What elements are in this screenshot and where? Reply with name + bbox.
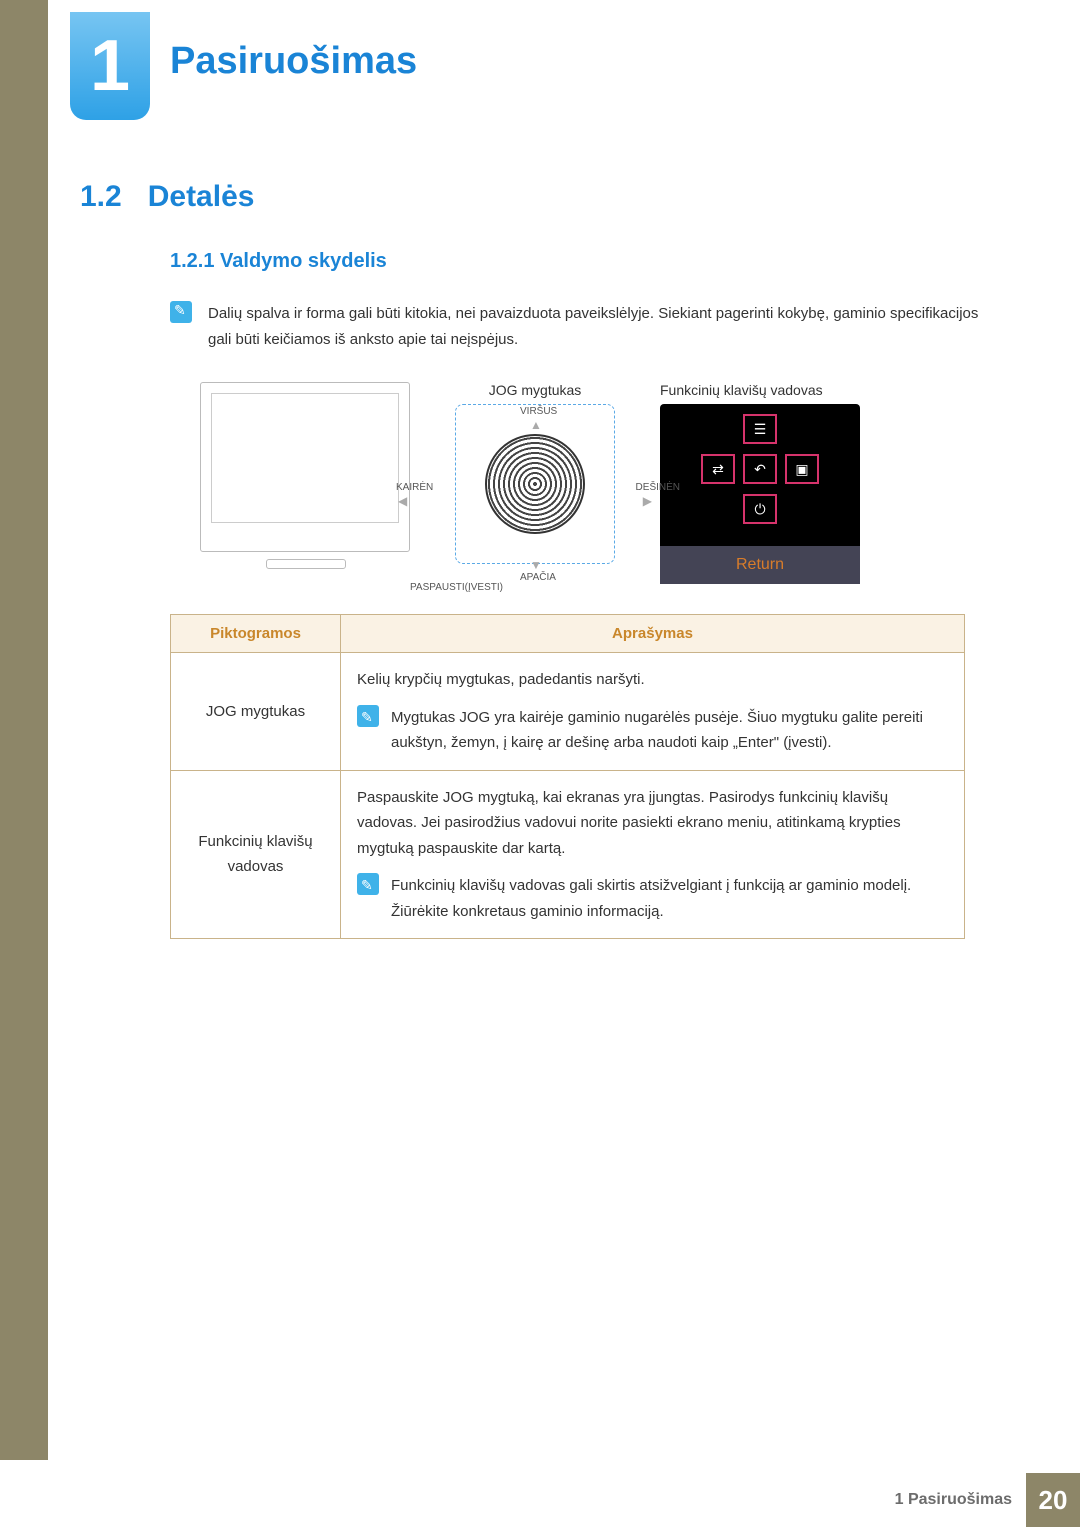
diagram-area: JOG mygtukas VIRŠUS ▲ KAIRĖN ◀ DEŠINĖN ▶… [200,382,980,584]
jog-button-label: JOG mygtukas [430,382,640,398]
table-row: JOG mygtukas Kelių krypčių mygtukas, pad… [171,653,965,771]
pip-icon: ▣ [785,454,819,484]
section-number: 1.2 [80,180,122,214]
row2-desc-text: Paspauskite JOG mygtuką, kai ekranas yra… [357,785,948,862]
row2-desc-cell: Paspauskite JOG mygtuką, kai ekranas yra… [341,770,965,939]
subsection-title: Valdymo skydelis [220,250,387,272]
top-note: Dalių spalva ir forma gali būti kitokia,… [170,301,980,352]
power-icon: ⏻ [743,494,777,524]
subsection-heading: 1.2.1 Valdymo skydelis [170,250,980,273]
page-footer: 1 Pasiruošimas 20 [0,1473,1080,1527]
section-title: Detalės [148,180,255,214]
arrow-left-icon: ◀ [398,494,407,508]
jog-button-illustration: JOG mygtukas VIRŠUS ▲ KAIRĖN ◀ DEŠINĖN ▶… [430,382,640,564]
jog-dial-icon [485,434,585,534]
sidebar-strip [0,0,48,1460]
function-key-return-label: Return [660,546,860,584]
arrow-down-icon: ▼ [530,558,542,572]
arrow-right-icon: ▶ [643,494,652,508]
jog-right-label: DEŠINĖN [636,482,680,493]
back-icon: ↶ [743,454,777,484]
description-table: Piktogramos Aprašymas JOG mygtukas Kelių… [170,614,965,939]
pencil-note-icon [357,873,379,895]
jog-press-enter-label: PASPAUSTI(ĮVESTI) [410,582,503,593]
function-key-guide-title: Funkcinių klavišų vadovas [660,382,890,398]
function-key-guide-panel: ☰ ⇄ ↶ ▣ ⏻ Return [660,404,860,584]
menu-icon: ☰ [743,414,777,444]
row1-icon-label: JOG mygtukas [171,653,341,771]
jog-down-label: APAČIA [520,572,556,583]
loop-icon: ⇄ [701,454,735,484]
section-heading: 1.2 Detalės [80,180,980,214]
row2-icon-label: Funkcinių klavišų vadovas [171,770,341,939]
pencil-note-icon [357,705,379,727]
row1-note-text: Mygtukas JOG yra kairėje gaminio nugarėl… [391,705,948,756]
table-header-desc: Aprašymas [341,615,965,653]
jog-left-label: KAIRĖN [396,482,433,493]
top-note-text: Dalių spalva ir forma gali būti kitokia,… [208,301,980,352]
subsection-number: 1.2.1 [170,250,214,272]
table-row: Funkcinių klavišų vadovas Paspauskite JO… [171,770,965,939]
footer-chapter-label: 1 Pasiruošimas [895,1491,1012,1509]
table-header-icons: Piktogramos [171,615,341,653]
chapter-number-tab: 1 [70,12,150,120]
chapter-title: Pasiruošimas [170,40,417,83]
monitor-illustration [200,382,410,552]
pencil-note-icon [170,301,192,323]
function-key-guide: Funkcinių klavišų vadovas ☰ ⇄ ↶ ▣ ⏻ Retu… [660,382,890,584]
row2-note-text: Funkcinių klavišų vadovas gali skirtis a… [391,873,948,924]
footer-page-number: 20 [1026,1473,1080,1527]
row1-desc-text: Kelių krypčių mygtukas, padedantis naršy… [357,667,948,693]
row1-desc-cell: Kelių krypčių mygtukas, padedantis naršy… [341,653,965,771]
